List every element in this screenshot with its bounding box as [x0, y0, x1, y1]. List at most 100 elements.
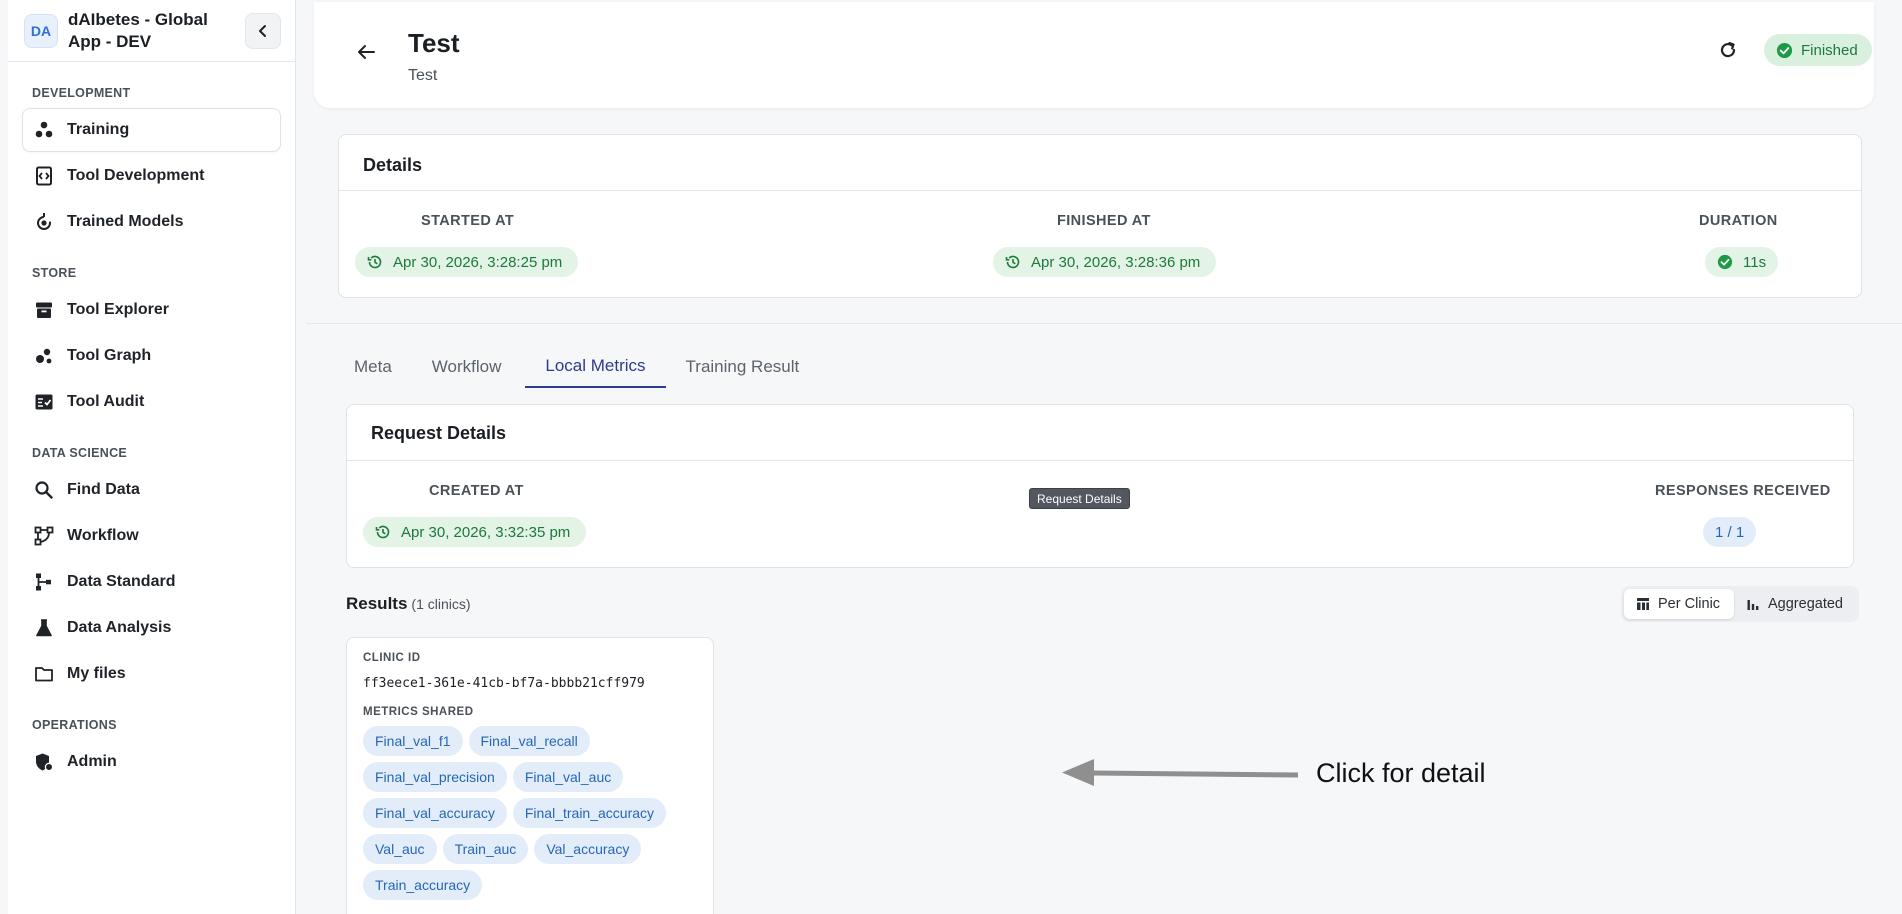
graph-icon: [33, 345, 55, 367]
tab-meta[interactable]: Meta: [334, 346, 412, 388]
responses-received-value: 1 / 1: [1703, 517, 1757, 547]
flask-icon: [33, 617, 55, 639]
clinic-id-label: CLINIC ID: [363, 652, 421, 664]
sidebar-item-tool-audit[interactable]: Tool Audit: [22, 380, 281, 424]
check-circle-icon: [1717, 254, 1733, 270]
section-label-store: STORE: [32, 266, 77, 280]
sidebar-item-label: Data Standard: [67, 573, 176, 590]
section-label-development: DEVELOPMENT: [32, 86, 131, 100]
finished-at-label: FINISHED AT: [1057, 213, 1151, 229]
sidebar-item-label: My files: [67, 665, 126, 682]
finished-at-value: Apr 30, 2026, 3:28:36 pm: [1031, 253, 1201, 271]
started-at-chip: Apr 30, 2026, 3:28:25 pm: [355, 247, 579, 277]
metrics-list: Final_val_f1 Final_val_recall Final_val_…: [363, 726, 703, 900]
sidebar-item-my-files[interactable]: My files: [22, 652, 281, 696]
app-name[interactable]: dAIbetes - Global App - DEV: [68, 9, 238, 53]
chevron-left-icon: [259, 24, 266, 37]
metric-chip[interactable]: Train_accuracy: [363, 870, 483, 900]
request-details-card: Request Details CREATED AT Apr 30, 2026,…: [346, 404, 1854, 568]
sidebar-item-label: Tool Development: [67, 167, 205, 184]
history-icon: [1005, 255, 1020, 269]
section-label-operations: OPERATIONS: [32, 718, 117, 732]
tabs: Meta Workflow Local Metrics Training Res…: [334, 346, 819, 388]
workflow-icon: [33, 525, 55, 547]
duration-value: 11s: [1743, 253, 1767, 271]
collapse-sidebar-button[interactable]: [245, 12, 281, 49]
details-card: Details STARTED AT Apr 30, 2026, 3:28:25…: [338, 134, 1862, 298]
archive-icon: [33, 299, 55, 321]
created-at-chip: Apr 30, 2026, 3:32:35 pm: [363, 517, 587, 547]
metric-chip[interactable]: Final_val_f1: [363, 726, 463, 756]
results-title-text: Results: [346, 594, 408, 613]
code-file-icon: [33, 165, 55, 187]
responses-received-label: RESPONSES RECEIVED: [1655, 483, 1831, 499]
started-at-label: STARTED AT: [421, 213, 515, 229]
page-title: Test: [408, 28, 460, 58]
folder-icon: [33, 663, 55, 685]
sidebar-item-label: Data Analysis: [67, 619, 172, 636]
main-content: Test Test Finished Details STARTED AT Ap…: [306, 0, 1902, 914]
app-header: DA dAIbetes - Global App - DEV: [8, 0, 295, 62]
aggregated-label: Aggregated: [1768, 596, 1843, 612]
metric-chip[interactable]: Train_auc: [442, 834, 529, 864]
tab-local-metrics[interactable]: Local Metrics: [525, 346, 666, 388]
view-toggle: Per Clinic Aggregated: [1621, 586, 1859, 622]
metrics-shared-label: METRICS SHARED: [363, 706, 474, 718]
sidebar-item-workflow[interactable]: Workflow: [22, 514, 281, 558]
history-icon: [367, 255, 382, 269]
request-details-title: Request Details: [371, 423, 507, 443]
tab-workflow[interactable]: Workflow: [412, 346, 522, 388]
tooltip: Request Details: [1029, 488, 1130, 509]
divider: [347, 460, 1853, 461]
clinic-card[interactable]: CLINIC ID ff3eece1-361e-41cb-bf7a-bbbb21…: [346, 637, 714, 914]
aggregated-toggle[interactable]: Aggregated: [1734, 589, 1855, 619]
sidebar-item-data-analysis[interactable]: Data Analysis: [22, 606, 281, 650]
hierarchy-icon: [33, 571, 55, 593]
metric-chip[interactable]: Final_val_precision: [363, 762, 507, 792]
sidebar-item-data-standard[interactable]: Data Standard: [22, 560, 281, 604]
sidebar-item-label: Find Data: [67, 481, 140, 498]
back-button[interactable]: [352, 38, 380, 66]
table-icon: [1637, 598, 1649, 610]
section-label-data-science: DATA SCIENCE: [32, 446, 128, 460]
metric-chip[interactable]: Final_val_accuracy: [363, 798, 507, 828]
sidebar-item-label: Tool Graph: [67, 347, 152, 364]
duration-label: DURATION: [1699, 213, 1778, 229]
metric-chip[interactable]: Val_accuracy: [534, 834, 642, 864]
sidebar-item-label: Tool Audit: [67, 393, 145, 410]
annotation-text: Click for detail: [1316, 758, 1486, 788]
annotation-arrow-icon: [1062, 759, 1299, 786]
results-count: (1 clinics): [411, 596, 471, 612]
page-subtitle: Test: [408, 67, 438, 84]
history-icon: [375, 525, 390, 539]
audit-icon: [33, 391, 55, 413]
metric-chip[interactable]: Final_val_recall: [468, 726, 590, 756]
per-clinic-label: Per Clinic: [1658, 596, 1721, 612]
sidebar-item-trained-models[interactable]: Trained Models: [22, 200, 281, 244]
per-clinic-toggle[interactable]: Per Clinic: [1624, 589, 1734, 619]
section-divider: [306, 323, 1902, 324]
divider: [339, 190, 1861, 191]
check-circle-icon: [1776, 42, 1793, 58]
details-title: Details: [363, 155, 423, 175]
sidebar-item-find-data[interactable]: Find Data: [22, 468, 281, 512]
sidebar-item-tool-development[interactable]: Tool Development: [22, 154, 281, 198]
sidebar-item-tool-explorer[interactable]: Tool Explorer: [22, 288, 281, 332]
bar-chart-icon: [1747, 600, 1759, 610]
results-title: Results (1 clinics): [346, 594, 471, 614]
metric-chip[interactable]: Final_train_accuracy: [512, 798, 667, 828]
app-avatar[interactable]: DA: [24, 13, 58, 48]
duration-chip: 11s: [1705, 247, 1779, 277]
tab-training-result[interactable]: Training Result: [666, 346, 820, 388]
sidebar-item-training[interactable]: Training: [22, 108, 281, 152]
sidebar-item-tool-graph[interactable]: Tool Graph: [22, 334, 281, 378]
metric-chip[interactable]: Final_val_auc: [512, 762, 624, 792]
status-badge: Finished: [1764, 34, 1872, 66]
metric-chip[interactable]: Val_auc: [363, 834, 437, 864]
sidebar-item-admin[interactable]: Admin: [22, 740, 281, 784]
status-text: Finished: [1801, 41, 1858, 59]
sidebar-item-label: Workflow: [67, 527, 139, 544]
refresh-button[interactable]: [1716, 38, 1740, 62]
created-at-value: Apr 30, 2026, 3:32:35 pm: [401, 523, 571, 541]
arrow-left-icon: [358, 45, 375, 59]
